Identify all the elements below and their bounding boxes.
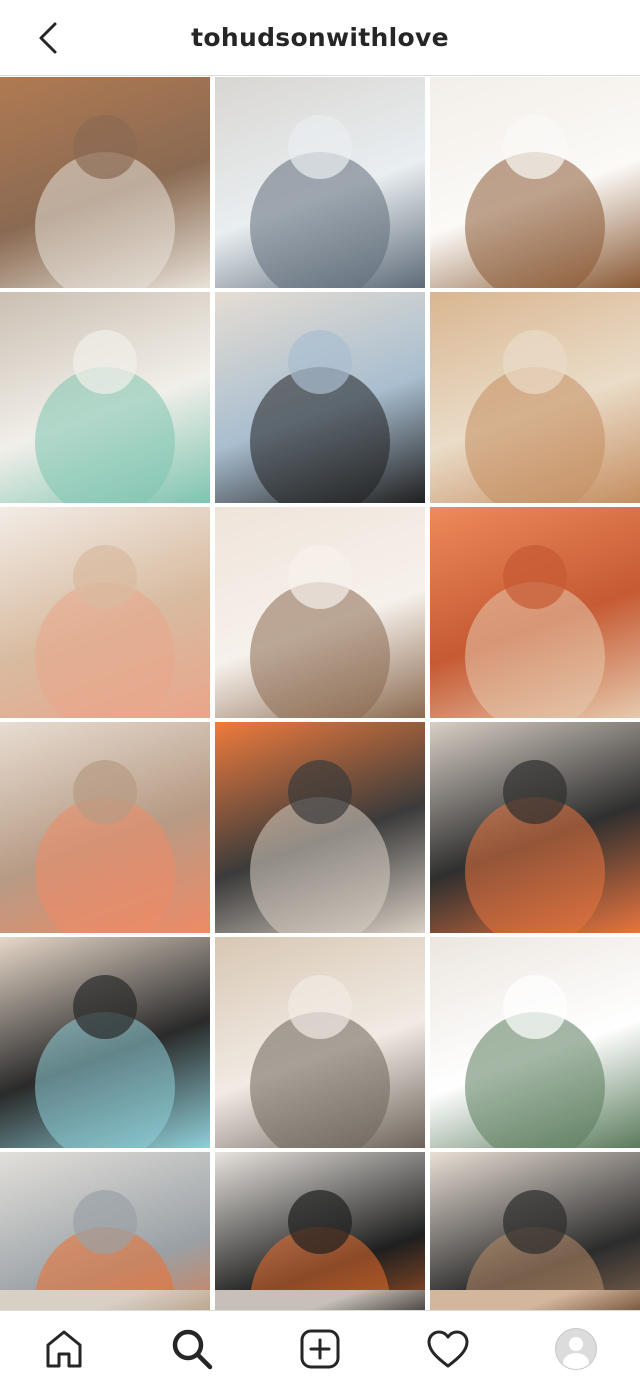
posts-grid-partial-row — [0, 1290, 640, 1310]
bottom-navigation — [0, 1310, 640, 1386]
photo-subject-shape — [465, 975, 605, 1148]
avatar-icon — [555, 1327, 597, 1370]
photo-subject-shape — [250, 760, 390, 933]
post-woman-black-top[interactable] — [215, 292, 425, 503]
photo-subject-shape — [250, 115, 390, 288]
post-toddler-in-vest[interactable] — [215, 77, 425, 288]
plus-square-icon — [300, 1329, 340, 1368]
photo-subject-shape — [465, 330, 605, 503]
post-kid-orange-hard-hat[interactable] — [215, 722, 425, 933]
profile-username-title: tohudsonwithlove — [191, 23, 449, 52]
post-thumbnail-image — [0, 1290, 210, 1310]
photo-subject-shape — [465, 545, 605, 718]
posts-grid — [0, 77, 640, 1363]
home-icon — [46, 1330, 82, 1367]
photo-subject-shape — [250, 330, 390, 503]
photo-subject-shape — [35, 760, 175, 933]
post-thumbnail-image — [215, 1290, 425, 1310]
photo-subject-shape — [465, 115, 605, 288]
post-thumbnail-image — [430, 1290, 640, 1310]
post-woman-candy-bar[interactable] — [0, 722, 210, 933]
top-bar: tohudsonwithlove — [0, 0, 640, 76]
nav-profile[interactable] — [544, 1317, 608, 1381]
nav-activity[interactable] — [416, 1317, 480, 1381]
chevron-left-icon — [39, 22, 57, 54]
post-woman-with-coffee[interactable] — [430, 937, 640, 1148]
post-skincare-products[interactable] — [0, 507, 210, 718]
post-partial-1[interactable] — [0, 1290, 210, 1310]
post-puppy-and-toddler[interactable] — [0, 77, 210, 288]
post-woman-holding-puppy[interactable] — [430, 77, 640, 288]
photo-subject-shape — [465, 760, 605, 933]
photo-subject-shape — [250, 975, 390, 1148]
nav-home[interactable] — [32, 1317, 96, 1381]
post-two-women-selfie[interactable] — [0, 937, 210, 1148]
photo-subject-shape — [35, 545, 175, 718]
nav-create[interactable] — [288, 1317, 352, 1381]
profile-grid-screen: tohudsonwithlove — [0, 0, 640, 1386]
post-two-kids-with-ukulele[interactable] — [0, 292, 210, 503]
post-siblings-on-stairs[interactable] — [430, 722, 640, 933]
photo-subject-shape — [250, 545, 390, 718]
search-icon — [172, 1329, 213, 1369]
photo-subject-shape — [35, 115, 175, 288]
photo-subject-shape — [35, 975, 175, 1148]
heart-icon — [427, 1330, 469, 1367]
nav-search[interactable] — [160, 1317, 224, 1381]
back-button[interactable] — [28, 18, 68, 58]
post-mom-and-baby-orange[interactable] — [430, 507, 640, 718]
photo-subject-shape — [35, 330, 175, 503]
post-boy-with-toy-sword[interactable] — [215, 937, 425, 1148]
post-partial-2[interactable] — [215, 1290, 425, 1310]
post-boy-on-playset[interactable] — [430, 292, 640, 503]
post-woman-with-mug[interactable] — [215, 507, 425, 718]
post-partial-3[interactable] — [430, 1290, 640, 1310]
